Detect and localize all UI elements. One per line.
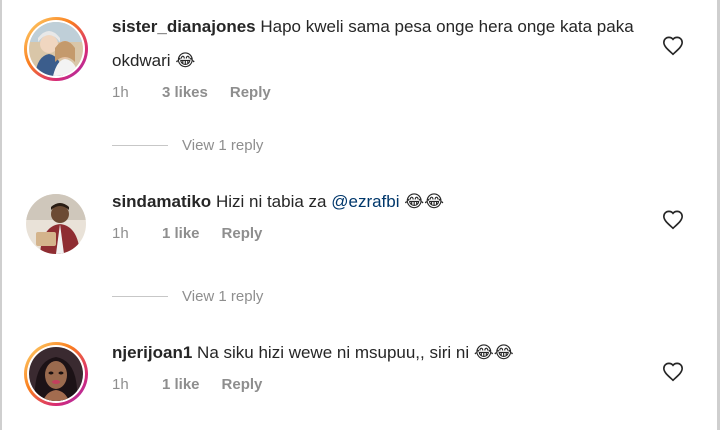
view-replies-button[interactable]: View 1 reply [112,137,263,154]
view-replies-button[interactable]: View 1 reply [112,288,263,305]
comment-timestamp[interactable]: 1h [112,84,162,101]
laughing-emoji-icon: 😂 [175,51,196,71]
reply-button[interactable]: Reply [230,84,271,101]
comment-timestamp[interactable]: 1h [112,376,162,393]
comment-body: sindamatiko Hizi ni tabia za @ezrafbi 😂😂 [112,185,650,219]
mention-link[interactable]: @ezrafbi [331,192,399,211]
comment-meta: 1h 3 likes Reply [112,84,271,101]
avatar-photo [26,194,86,254]
heart-outline-icon[interactable] [662,209,684,231]
comment-timestamp[interactable]: 1h [112,225,162,242]
laughing-emoji-icon: 😂😂 [404,192,444,212]
avatar[interactable] [24,192,88,256]
comment-body: sister_dianajones Hapo kweli sama pesa o… [112,10,650,78]
replies-divider-line [112,145,168,146]
left-edge-border [0,0,2,430]
view-replies-label: View 1 reply [182,288,264,305]
avatar-photo [29,347,83,401]
laughing-emoji-icon: 😂😂 [473,343,514,363]
comment-meta: 1h 1 like Reply [112,225,262,242]
avatar[interactable] [24,17,88,81]
comment-username[interactable]: sister_dianajones [112,17,256,36]
view-replies-label: View 1 reply [182,137,264,154]
comment-username[interactable]: njerijoan1 [112,343,192,362]
comment-likes[interactable]: 1 like [162,225,200,242]
comment-text: Hizi ni tabia za [215,192,327,211]
reply-button[interactable]: Reply [222,225,263,242]
comment-username[interactable]: sindamatiko [112,192,211,211]
avatar[interactable] [24,342,88,406]
comment-body: njerijoan1 Na siku hizi wewe ni msupuu,,… [112,336,650,370]
comment-likes[interactable]: 1 like [162,376,200,393]
comment-meta: 1h 1 like Reply [112,376,262,393]
avatar-photo [29,22,83,76]
comment-likes[interactable]: 3 likes [162,84,208,101]
replies-divider-line [112,296,168,297]
comment-text: Na siku hizi wewe ni msupuu,, siri ni [197,343,470,362]
reply-button[interactable]: Reply [222,376,263,393]
heart-outline-icon[interactable] [662,35,684,57]
heart-outline-icon[interactable] [662,361,684,383]
